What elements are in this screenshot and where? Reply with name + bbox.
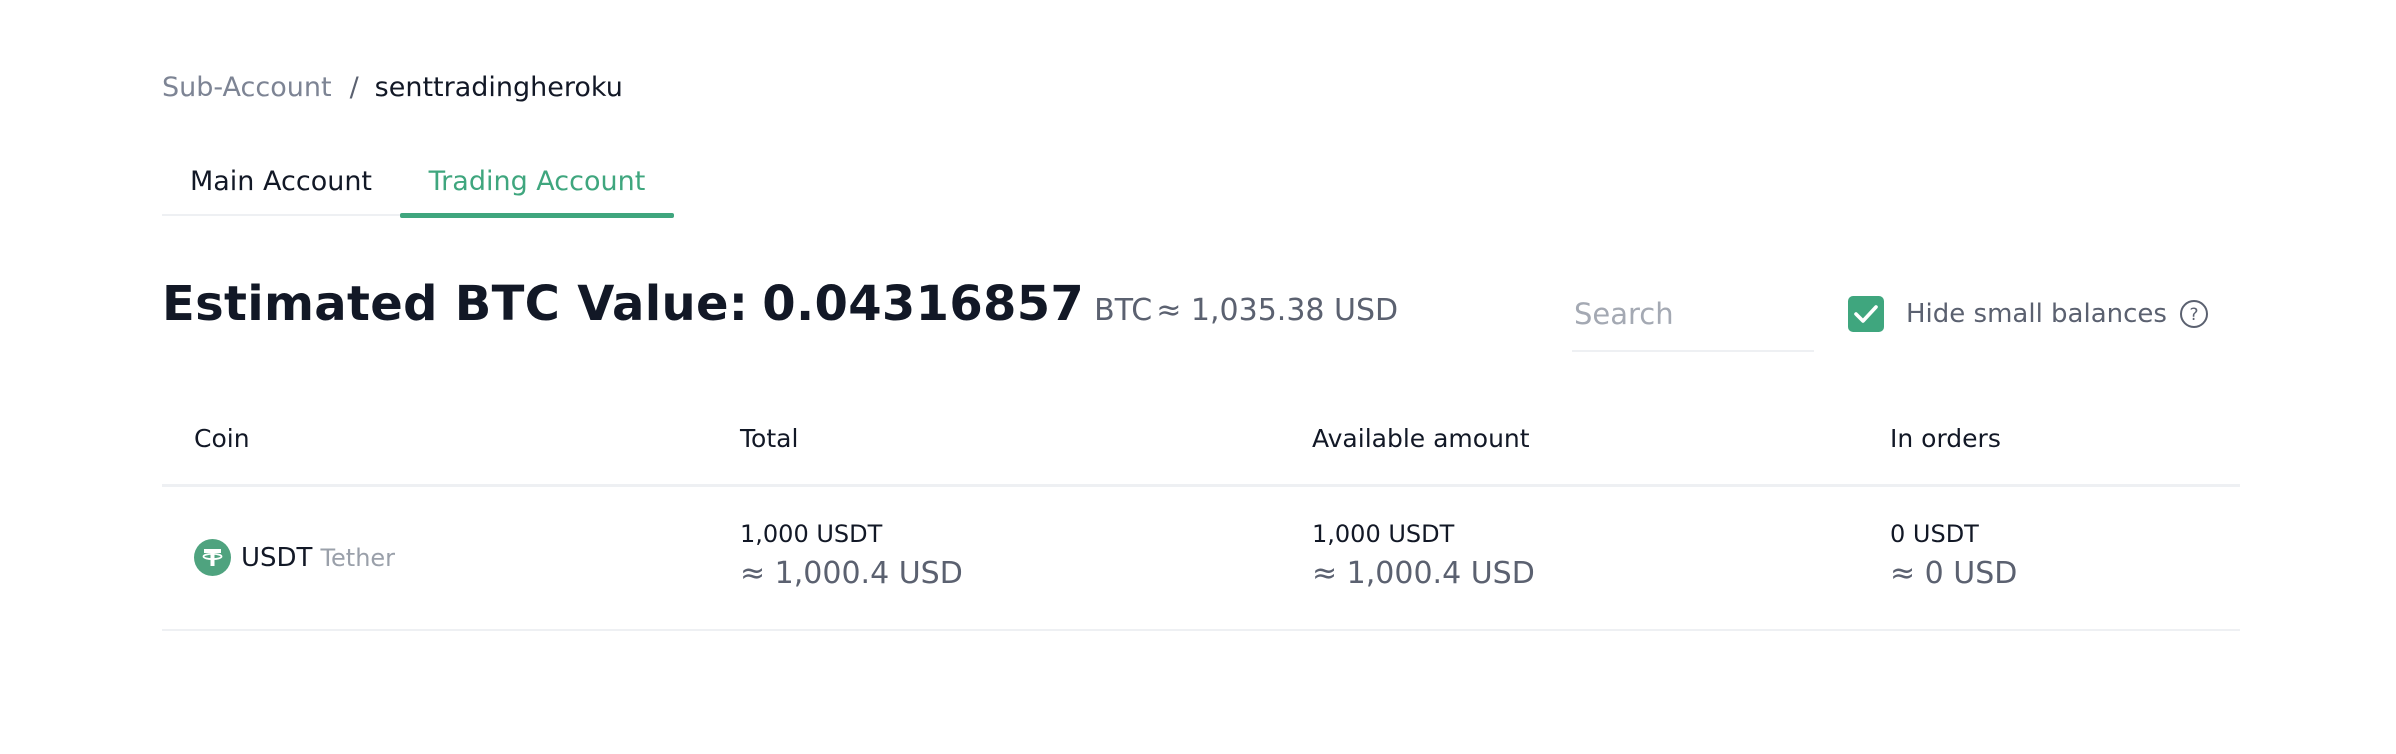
tab-main-account[interactable]: Main Account (162, 158, 400, 214)
available-cell: 1,000 USDT ≈ 1,000.4 USD (1312, 517, 1535, 595)
column-header-total: Total (740, 424, 799, 453)
search-input[interactable] (1572, 288, 1816, 340)
balances-table: Coin Total Available amount In orders US… (162, 398, 2240, 631)
tab-trading-account[interactable]: Trading Account (400, 158, 674, 218)
available-amount: 1,000 USDT (1312, 520, 1455, 548)
check-icon (1854, 305, 1878, 323)
tether-icon (194, 539, 231, 576)
coin-symbol: USDT (241, 542, 313, 573)
breadcrumb-current: senttradingheroku (374, 72, 623, 103)
total-usd: ≈ 1,000.4 USD (740, 556, 963, 591)
svg-text:?: ? (2189, 305, 2198, 325)
total-amount: 1,000 USDT (740, 520, 883, 548)
column-header-in-orders: In orders (1890, 424, 2001, 453)
table-header: Coin Total Available amount In orders (162, 398, 2240, 487)
search-field (1572, 288, 1816, 352)
column-header-available-amount: Available amount (1312, 424, 1530, 453)
estimated-value-amount: 0.04316857 (762, 276, 1085, 332)
in-orders-amount: 0 USDT (1890, 520, 1979, 548)
coin-cell: USDT Tether (194, 539, 395, 576)
in-orders-usd: ≈ 0 USD (1890, 556, 2018, 591)
estimated-value-unit: BTC (1094, 293, 1153, 328)
estimated-btc-value: Estimated BTC Value: 0.04316857 BTC ≈ 1,… (162, 276, 1398, 332)
coin-name: Tether (320, 543, 396, 572)
question-circle-icon[interactable]: ? (2179, 299, 2209, 329)
available-usd: ≈ 1,000.4 USD (1312, 556, 1535, 591)
account-tabs: Main Account Trading Account (162, 158, 674, 218)
hide-small-balances-checkbox[interactable] (1848, 296, 1884, 332)
breadcrumb-separator: / (349, 72, 359, 103)
estimated-value-usd: ≈ 1,035.38 USD (1156, 293, 1399, 328)
breadcrumb-parent-link[interactable]: Sub-Account (162, 68, 332, 108)
sub-account-page: Sub-Account / senttradingheroku Main Acc… (0, 0, 2396, 754)
hide-small-balances-label[interactable]: Hide small balances (1906, 299, 2167, 329)
breadcrumb: Sub-Account / senttradingheroku (162, 68, 623, 108)
estimated-value-label: Estimated BTC Value: (162, 276, 749, 332)
hide-small-balances-toggle[interactable]: Hide small balances ? (1848, 296, 2209, 332)
total-cell: 1,000 USDT ≈ 1,000.4 USD (740, 517, 963, 595)
table-row[interactable]: USDT Tether 1,000 USDT ≈ 1,000.4 USD 1,0… (162, 487, 2240, 631)
in-orders-cell: 0 USDT ≈ 0 USD (1890, 517, 2017, 595)
column-header-coin: Coin (194, 424, 250, 453)
